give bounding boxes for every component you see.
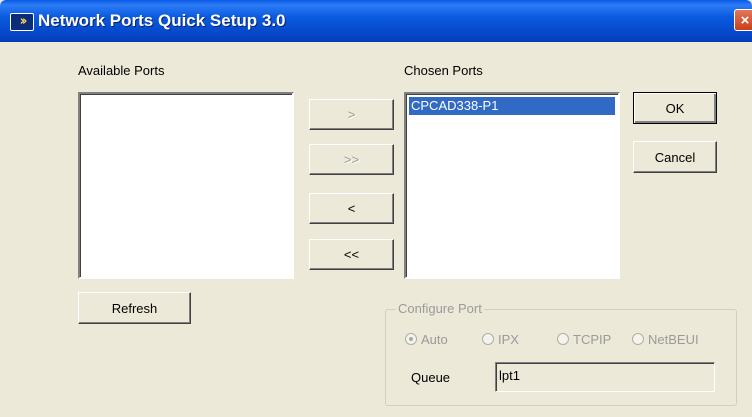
queue-field[interactable]: lpt1 — [495, 362, 715, 392]
netbeui-radio-label: NetBEUI — [648, 332, 699, 347]
available-ports-label: Available Ports — [78, 63, 165, 78]
available-ports-list[interactable] — [78, 92, 294, 279]
chosen-ports-label: Chosen Ports — [404, 63, 483, 78]
configure-port-title: Configure Port — [396, 301, 484, 316]
auto-radio-label: Auto — [421, 332, 448, 347]
tcpip-radio-label: TCPIP — [573, 332, 612, 347]
window-title: Network Ports Quick Setup 3.0 — [38, 11, 286, 30]
add-all-ports-button[interactable]: >> — [309, 144, 394, 175]
double-chevron-icon: ›› — [10, 13, 34, 31]
chosen-ports-list[interactable]: CPCAD338-P1 — [404, 92, 620, 279]
netbeui-radio[interactable] — [632, 333, 644, 345]
remove-port-button[interactable]: < — [309, 193, 394, 224]
auto-radio[interactable] — [405, 333, 417, 345]
queue-label: Queue — [411, 370, 451, 385]
title-bar[interactable]: ›› Network Ports Quick Setup 3.0 × — [0, 0, 752, 42]
list-item[interactable]: CPCAD338-P1 — [409, 97, 615, 115]
ipx-radio[interactable] — [482, 333, 494, 345]
add-port-button[interactable]: > — [309, 99, 394, 130]
remove-all-ports-button[interactable]: << — [309, 239, 394, 270]
tcpip-radio[interactable] — [557, 333, 569, 345]
ok-button[interactable]: OK — [633, 92, 717, 124]
refresh-button[interactable]: Refresh — [78, 292, 191, 324]
cancel-button[interactable]: Cancel — [633, 141, 717, 173]
ipx-radio-label: IPX — [498, 332, 519, 347]
close-button[interactable]: × — [734, 9, 752, 31]
